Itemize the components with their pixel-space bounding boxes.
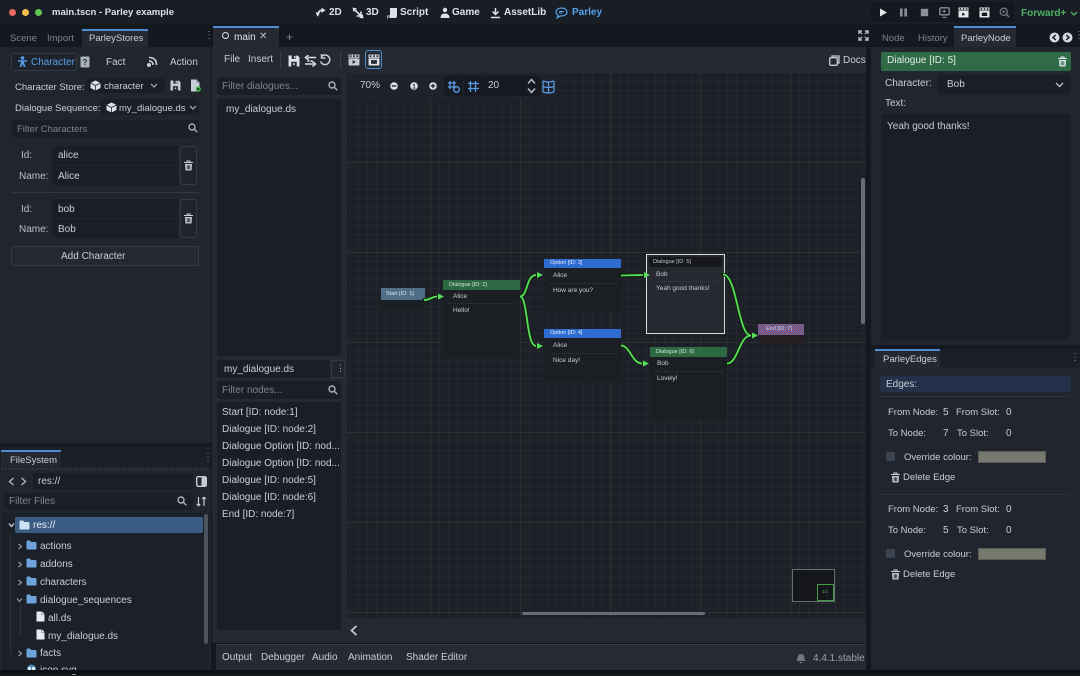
svg-text:1: 1 <box>412 83 416 90</box>
svg-text:?: ? <box>83 58 88 67</box>
